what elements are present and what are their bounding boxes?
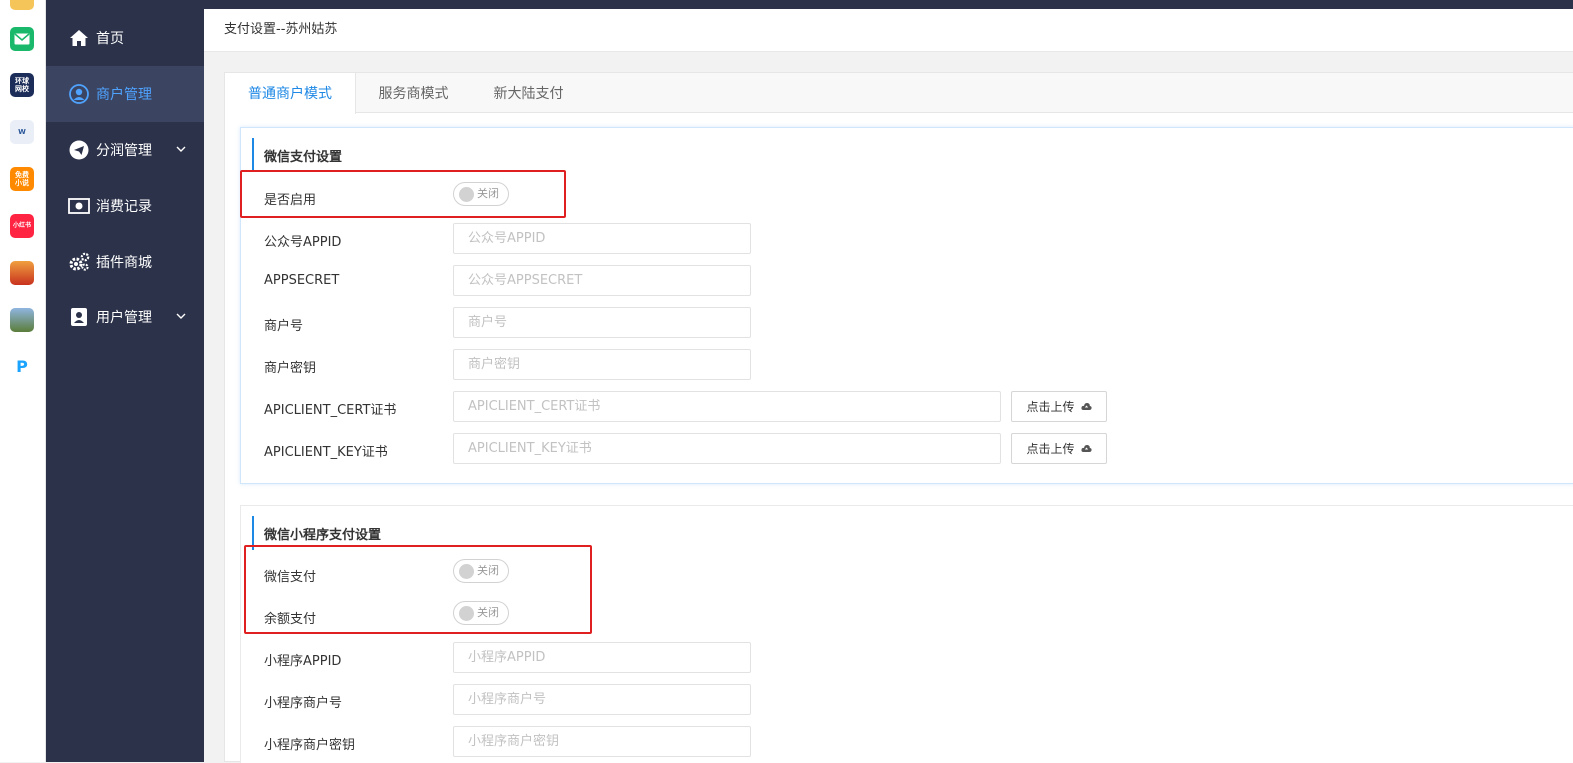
mchkey-input[interactable]: 商户密钥 [453,349,751,380]
upload-label: 点击上传 [1026,442,1075,456]
key-label: APICLIENT_KEY证书 [264,445,388,460]
sidebar-item-label: 用户管理 [96,310,152,326]
home-icon [68,27,90,49]
sidebar-item-label: 分润管理 [96,143,152,159]
upload-label: 点击上传 [1026,400,1075,414]
highlight-box-mini-switches [244,545,592,634]
xiaohongshu-app-icon[interactable]: 小红书 [10,214,34,238]
top-header-bar [204,0,1573,9]
key-input[interactable]: APICLIENT_KEY证书 [453,433,1001,464]
cert-label: APICLIENT_CERT证书 [264,403,397,418]
mini-mchkey-label: 小程序商户密钥 [264,738,356,753]
mini-program-pay-card: 微信小程序支付设置 微信支付 关闭 余额支付 关闭 小程序APPID 小程序AP… [240,505,1573,763]
mchid-label: 商户号 [264,319,304,334]
tab-newland-pay[interactable]: 新大陆支付 [471,73,586,113]
sidebar-item-plugins[interactable]: 插件商城 [46,234,204,290]
mchid-input[interactable]: 商户号 [453,307,751,338]
mini-mchid-label: 小程序商户号 [264,696,343,711]
tab-bar: 普通商户模式 服务商模式 新大陆支付 [225,73,1573,114]
sidebar-item-label: 插件商城 [96,255,152,271]
cloud-upload-icon [1080,402,1092,410]
huanqiu-app-icon[interactable]: 环球 网校 [10,73,34,97]
appid-input[interactable]: 公众号APPID [453,223,751,254]
sidebar-item-users[interactable]: 用户管理 [46,289,204,345]
telegram-icon [68,139,90,161]
cloud-upload-icon [1080,444,1092,452]
os-dock: 环球 网校 W 免费 小说 小红书 P [0,0,46,762]
cert-input[interactable]: APICLIENT_CERT证书 [453,391,1001,422]
pdf-app-icon[interactable]: P [10,355,34,379]
section-title: 微信支付设置 [252,138,342,172]
mini-mchkey-input[interactable]: 小程序商户密钥 [453,726,751,757]
chevron-down-icon [176,313,186,319]
sidebar-item-merchant[interactable]: 商户管理 [46,66,204,122]
address-book-icon [68,306,90,328]
money-icon [68,195,90,217]
breadcrumb: 支付设置--苏州姑苏 [204,9,1573,52]
highlight-box-enable [240,170,566,218]
cert-upload-button[interactable]: 点击上传 [1011,391,1107,422]
mini-mchid-input[interactable]: 小程序商户号 [453,684,751,715]
sidebar: 首页 商户管理 分润管理 消费记录 插件商城 用户管理 [46,0,204,762]
appid-label: 公众号APPID [264,235,342,250]
main-content: 支付设置--苏州姑苏 普通商户模式 服务商模式 新大陆支付 微信支付设置 是否启… [204,9,1573,763]
mchkey-label: 商户密钥 [264,361,317,376]
cogs-icon [68,251,90,273]
sidebar-item-home[interactable]: 首页 [46,10,204,66]
tab-normal-merchant[interactable]: 普通商户模式 [225,73,356,114]
appsecret-input[interactable]: 公众号APPSECRET [453,265,751,296]
mail-app-icon[interactable] [10,27,34,51]
top-app-icon[interactable] [10,0,34,10]
game-app-icon[interactable] [10,261,34,285]
sidebar-item-label: 消费记录 [96,199,152,215]
sidebar-item-label: 首页 [96,31,124,47]
sidebar-item-consumption[interactable]: 消费记录 [46,178,204,234]
chevron-down-icon [176,146,186,152]
user-circle-icon [68,83,90,105]
word-app-icon[interactable]: W [10,120,34,144]
sidebar-item-label: 商户管理 [96,87,152,103]
novel-app-icon[interactable]: 免费 小说 [10,167,34,191]
key-upload-button[interactable]: 点击上传 [1011,433,1107,464]
game2-app-icon[interactable] [10,308,34,332]
tab-service-provider[interactable]: 服务商模式 [356,73,471,113]
mini-appid-input[interactable]: 小程序APPID [453,642,751,673]
appsecret-label: APPSECRET [264,273,340,288]
sidebar-item-profit[interactable]: 分润管理 [46,122,204,178]
mini-appid-label: 小程序APPID [264,654,342,669]
